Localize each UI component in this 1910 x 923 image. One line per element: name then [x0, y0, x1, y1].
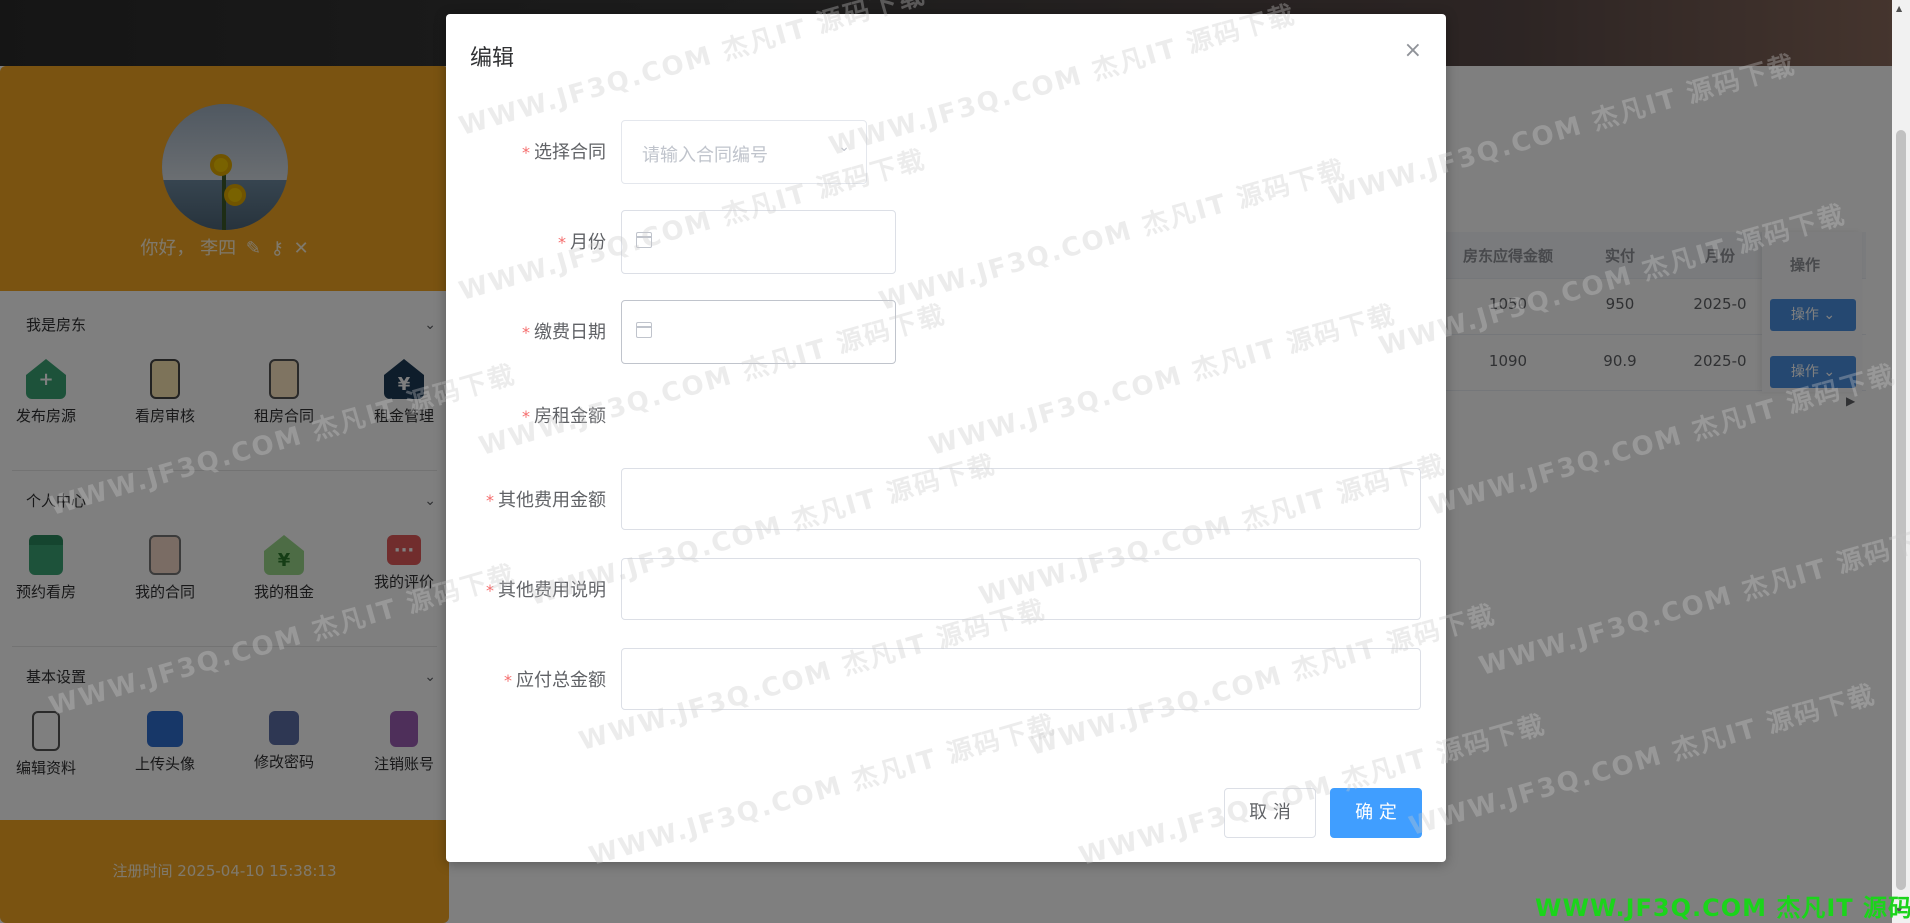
form-row-pay-date: * 缴费日期	[446, 300, 1446, 364]
form-label: * 应付总金额	[504, 670, 606, 691]
edit-dialog: 编辑 × * 选择合同 请输入合同编号 ⌄ * 月份 * 缴费日期 * 房租金额 * 其他…	[446, 14, 1446, 862]
cancel-button[interactable]: 取 消	[1224, 788, 1316, 838]
calendar-icon	[636, 322, 652, 338]
form-row-rent-amount: * 房租金额	[446, 402, 1446, 442]
calendar-icon	[636, 232, 652, 248]
watermark-banner: WWW.JF3Q.COM 杰凡IT 源码下载	[1535, 894, 1910, 922]
other-amount-input[interactable]	[621, 468, 1421, 530]
page-scrollbar[interactable]: ▲ ▼	[1892, 0, 1910, 923]
close-icon[interactable]: ×	[1404, 40, 1422, 62]
chevron-down-icon: ⌄	[838, 139, 850, 155]
form-row-other-desc: * 其他费用说明	[446, 558, 1446, 622]
other-desc-input[interactable]	[621, 558, 1421, 620]
scroll-up-icon[interactable]: ▲	[1896, 4, 1902, 13]
form-row-month: * 月份	[446, 210, 1446, 274]
form-row-other-amount: * 其他费用金额	[446, 468, 1446, 532]
form-label: * 选择合同	[522, 142, 606, 163]
confirm-button[interactable]: 确 定	[1330, 788, 1422, 838]
scrollbar-thumb[interactable]	[1896, 130, 1906, 890]
contract-select[interactable]: 请输入合同编号 ⌄	[621, 120, 867, 184]
dialog-title: 编辑	[470, 46, 515, 71]
form-label: * 月份	[558, 232, 606, 253]
form-row-total: * 应付总金额	[446, 648, 1446, 712]
form-label: * 其他费用金额	[486, 490, 606, 511]
form-label: * 其他费用说明	[486, 580, 606, 601]
pay-date-picker[interactable]	[621, 300, 896, 364]
month-picker[interactable]	[621, 210, 896, 274]
total-amount-input[interactable]	[621, 648, 1421, 710]
contract-select-placeholder: 请输入合同编号	[642, 145, 768, 166]
form-label: * 房租金额	[522, 406, 606, 427]
form-label: * 缴费日期	[522, 322, 606, 343]
form-row-contract: * 选择合同 请输入合同编号 ⌄	[446, 120, 1446, 184]
